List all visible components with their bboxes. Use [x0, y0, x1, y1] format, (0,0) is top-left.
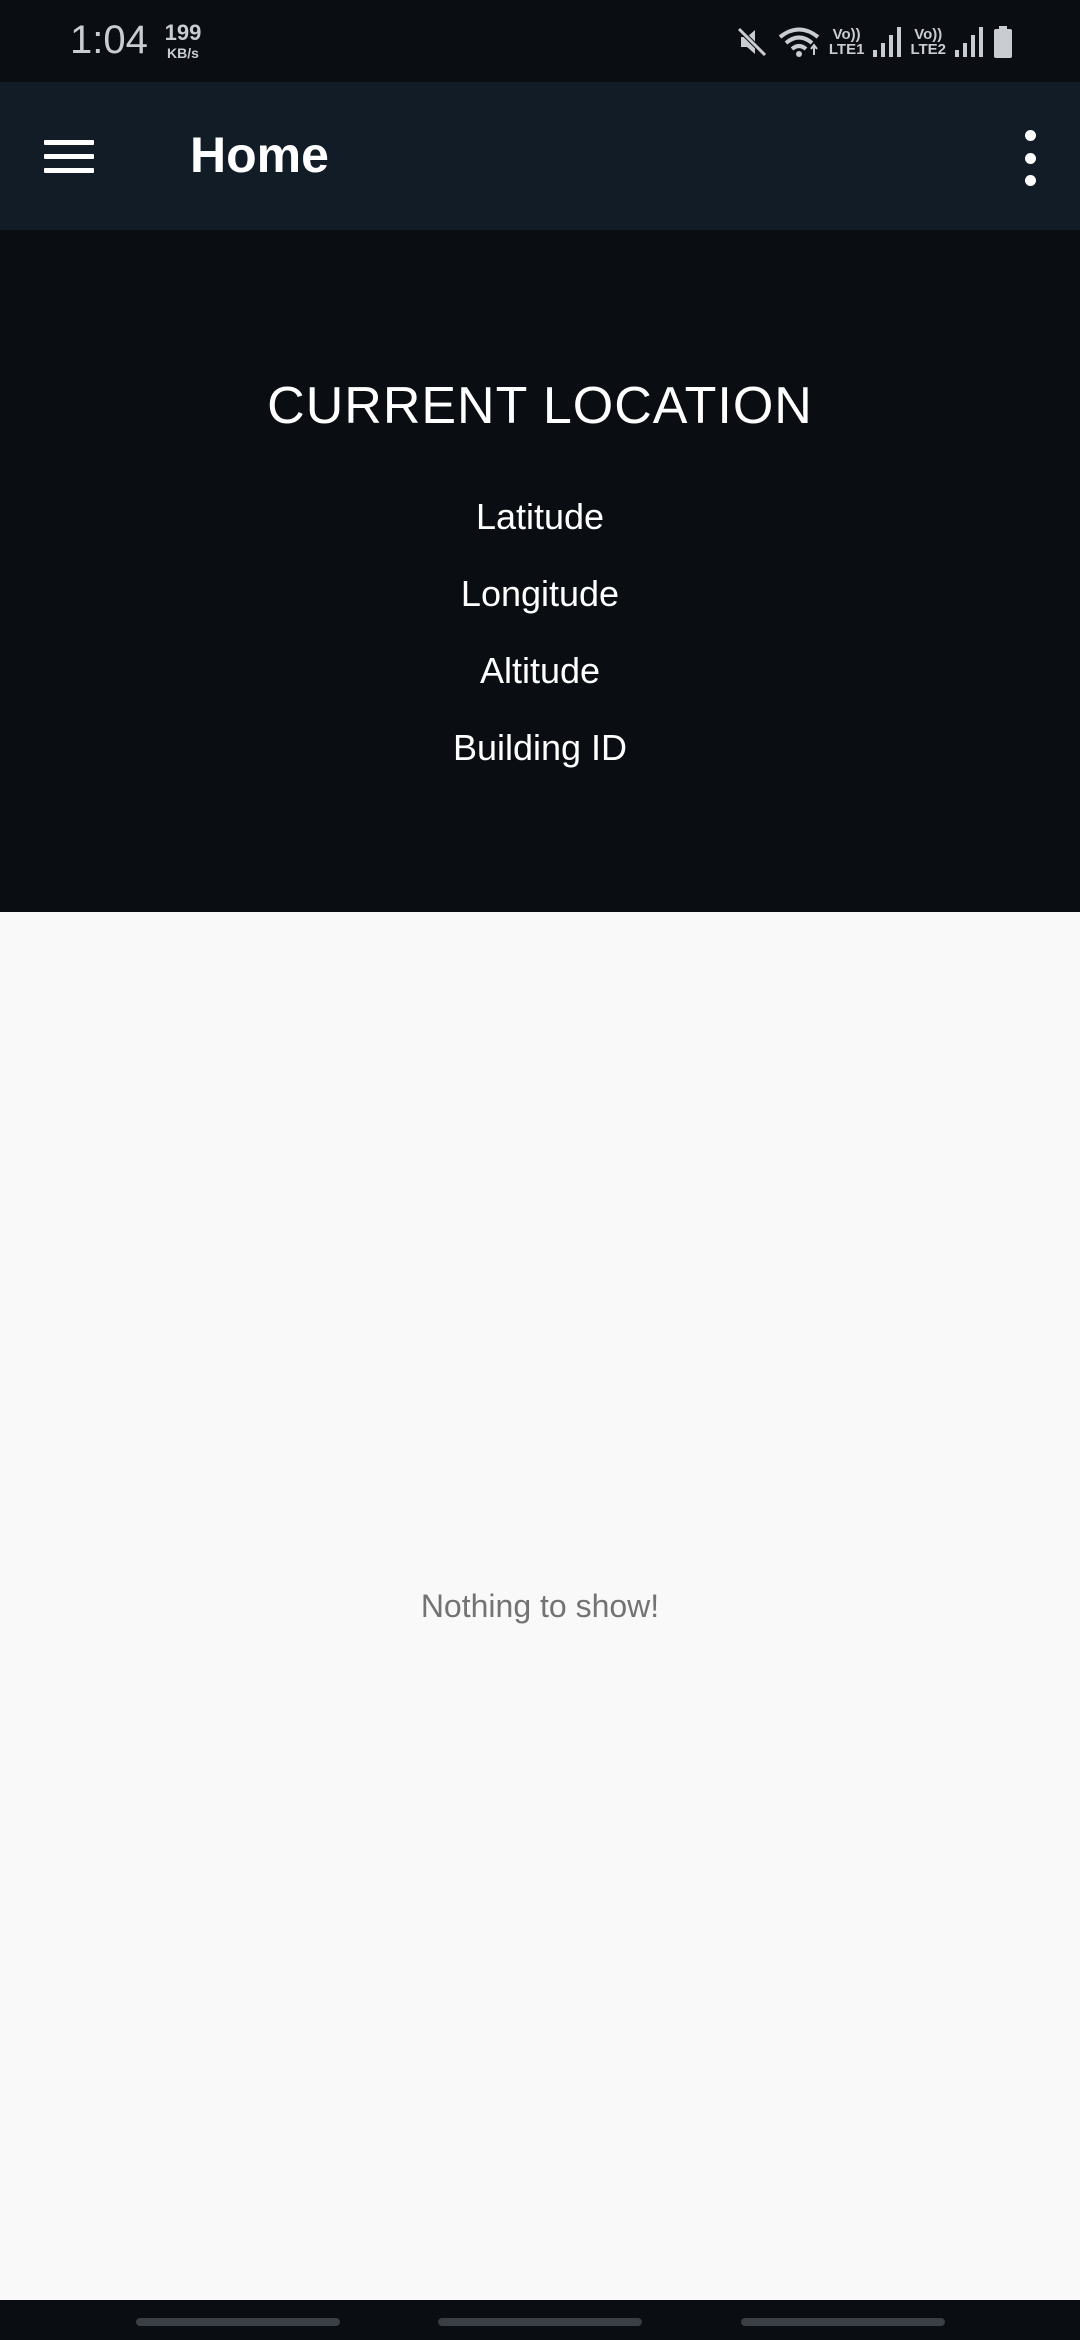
network-speed-unit: KB/s: [167, 45, 199, 61]
wifi-icon: [778, 27, 820, 57]
app-bar: Home: [0, 82, 1080, 230]
signal-icon: [873, 27, 902, 57]
sim2-lte-indicator: Vo)) LTE2: [910, 27, 946, 57]
content-area: Nothing to show!: [0, 912, 1080, 2300]
longitude-label: Longitude: [460, 573, 620, 614]
status-bar: 1:04 199 KB/s Vo)) LTE1 Vo)) LTE2: [0, 0, 1080, 82]
battery-icon: [994, 26, 1012, 58]
sim1-lte-indicator: Vo)) LTE1: [829, 27, 865, 57]
empty-state-message: Nothing to show!: [420, 1588, 660, 1624]
network-speed-value: 199: [164, 20, 202, 45]
mute-icon: [737, 27, 767, 57]
hamburger-menu-icon[interactable]: [44, 128, 100, 184]
nav-recents-button[interactable]: [136, 2318, 340, 2326]
navigation-bar: [0, 2300, 1080, 2340]
status-icons: Vo)) LTE1 Vo)) LTE2: [735, 20, 1014, 64]
building-id-label: Building ID: [452, 727, 628, 768]
signal-icon: [955, 27, 983, 57]
latitude-label: Latitude: [475, 496, 605, 537]
altitude-label: Altitude: [479, 650, 601, 691]
sim2-volte-label: Vo)): [914, 26, 943, 43]
more-vertical-icon[interactable]: [1018, 130, 1042, 186]
sim2-lte-label: LTE2: [910, 41, 946, 58]
nav-back-button[interactable]: [741, 2318, 945, 2326]
sim1-lte-label: LTE1: [828, 41, 865, 58]
network-speed: 199 KB/s: [162, 20, 204, 61]
sim1-volte-label: Vo)): [832, 26, 861, 43]
nav-home-button[interactable]: [438, 2318, 642, 2326]
page-title: Home: [190, 127, 329, 183]
current-location-heading: CURRENT LOCATION: [267, 377, 813, 435]
screen: 1:04 199 KB/s Vo)) LTE1 Vo)) LTE2 Home C…: [0, 0, 1080, 2340]
status-time: 1:04: [70, 18, 148, 62]
current-location-panel: CURRENT LOCATION Latitude Longitude Alti…: [0, 230, 1080, 912]
